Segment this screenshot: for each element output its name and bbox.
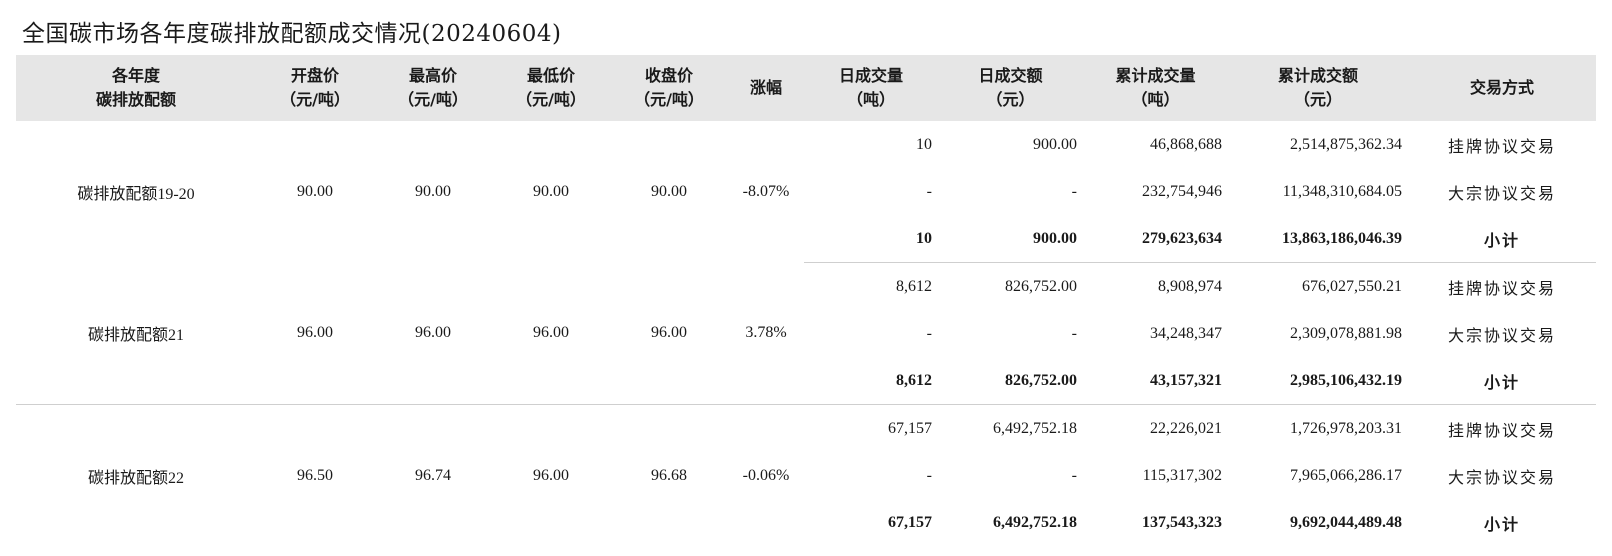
open-price: 96.50 [297, 466, 333, 484]
header-low: 最低价 （元/吨） [516, 66, 586, 109]
low-price: 96.00 [492, 262, 610, 405]
open-price: 90.00 [297, 182, 333, 200]
daily-volume: 10 [804, 215, 938, 263]
daily-volume: 8,612 [896, 277, 932, 295]
high-price: 90.00 [415, 182, 451, 200]
quota-name: 碳排放配额21 [16, 262, 256, 405]
header-open: 开盘价 （元/吨） [280, 66, 350, 109]
cum-amount: 676,027,550.21 [1302, 277, 1402, 295]
daily-volume: 8,612 [804, 357, 938, 405]
close-price: 96.68 [651, 466, 687, 484]
daily-amount: 826,752.00 [1005, 277, 1077, 295]
quota-name: 碳排放配额22 [87, 469, 184, 487]
cum-volume: 34,248,347 [1150, 324, 1222, 342]
daily-volume: 67,157 [888, 419, 932, 437]
close-price: 96.00 [610, 262, 728, 405]
trade-mode: 大宗协议交易 [1447, 327, 1556, 345]
cum-amount: 9,692,044,489.48 [1290, 513, 1402, 531]
cum-volume: 43,157,321 [1083, 357, 1228, 405]
cum-amount: 1,726,978,203.31 [1290, 419, 1402, 437]
daily-amount: 900.00 [1033, 135, 1077, 153]
cum-volume: 232,754,946 [1142, 182, 1222, 200]
low-price: 90.00 [533, 182, 569, 200]
header-change: 涨幅 [749, 78, 782, 97]
table-header-row: 各年度 碳排放配额 开盘价 （元/吨） 最高价 （元/吨） 最低价 （元/吨） 收盘价（… [16, 55, 1596, 121]
cum-volume: 46,868,688 [1150, 135, 1222, 153]
table-row: 碳排放配额19-20 90.00 90.00 90.00 90.00 -8.07… [16, 121, 1596, 203]
daily-amount: - [1071, 324, 1077, 342]
carbon-quota-table: 各年度 碳排放配额 开盘价 （元/吨） 最高价 （元/吨） 最低价 （元/吨） 收盘价（… [16, 55, 1596, 546]
daily-volume: - [926, 324, 932, 342]
price-change: -8.07% [742, 182, 790, 200]
table-row: 碳排放配额22 96.50 96.74 96.00 96.68 -0.06% 6… [16, 405, 1596, 487]
daily-amount: 826,752.00 [938, 357, 1083, 405]
cum-amount: 2,985,106,432.19 [1228, 357, 1408, 405]
header-year-quota: 各年度 碳排放配额 [95, 66, 176, 109]
table-row: 碳排放配额21 96.00 96.00 96.00 96.00 3.78% 8,… [16, 262, 1596, 405]
daily-amount: 6,492,752.18 [993, 419, 1077, 437]
trade-mode: 小计 [1408, 215, 1596, 263]
cum-amount: 7,965,066,286.17 [1290, 466, 1402, 484]
daily-volume: - [926, 182, 932, 200]
header-cum-volume: 累计成交量 （吨） [1115, 66, 1196, 109]
open-price: 96.00 [256, 262, 374, 405]
cum-amount: 13,863,186,046.39 [1228, 215, 1408, 263]
header-trade-mode: 交易方式 [1469, 78, 1534, 97]
page-title: 全国碳市场各年度碳排放配额成交情况(20240604) [22, 21, 562, 47]
trade-mode: 挂牌协议交易 [1447, 138, 1556, 156]
cum-amount: 11,348,310,684.05 [1282, 182, 1402, 200]
trade-mode: 大宗协议交易 [1447, 469, 1556, 487]
daily-amount: - [1071, 466, 1077, 484]
trade-mode: 大宗协议交易 [1447, 185, 1556, 203]
price-change: -0.06% [742, 466, 790, 484]
trade-mode: 挂牌协议交易 [1447, 422, 1556, 440]
trade-mode: 小计 [1408, 357, 1596, 405]
header-daily-volume: 日成交量 （吨） [838, 66, 903, 109]
cum-volume: 115,317,302 [1142, 466, 1222, 484]
price-change: 3.78% [728, 262, 804, 405]
daily-amount: 900.00 [938, 215, 1083, 263]
low-price: 96.00 [533, 466, 569, 484]
cum-volume: 279,623,634 [1083, 215, 1228, 263]
high-price: 96.74 [415, 466, 451, 484]
high-price: 96.00 [374, 262, 492, 405]
daily-volume: 10 [916, 135, 932, 153]
trade-mode: 挂牌协议交易 [1447, 280, 1556, 298]
daily-volume: - [926, 466, 932, 484]
header-high: 最高价 （元/吨） [398, 66, 468, 109]
quota-name: 碳排放配额19-20 [77, 185, 195, 203]
daily-amount: - [1071, 182, 1077, 200]
trade-mode: 小计 [1483, 516, 1520, 534]
daily-volume: 67,157 [888, 513, 932, 531]
cum-volume: 22,226,021 [1150, 419, 1222, 437]
close-price: 90.00 [651, 182, 687, 200]
cum-volume: 8,908,974 [1158, 277, 1222, 295]
header-close: 收盘价 （元/吨） [634, 66, 704, 109]
header-cum-amount: 累计成交额 （元） [1277, 66, 1358, 109]
cum-volume: 137,543,323 [1142, 513, 1222, 531]
cum-amount: 2,514,875,362.34 [1290, 135, 1402, 153]
header-daily-amount: 日成交额 （元） [978, 66, 1043, 109]
cum-amount: 2,309,078,881.98 [1290, 324, 1402, 342]
daily-amount: 6,492,752.18 [993, 513, 1077, 531]
